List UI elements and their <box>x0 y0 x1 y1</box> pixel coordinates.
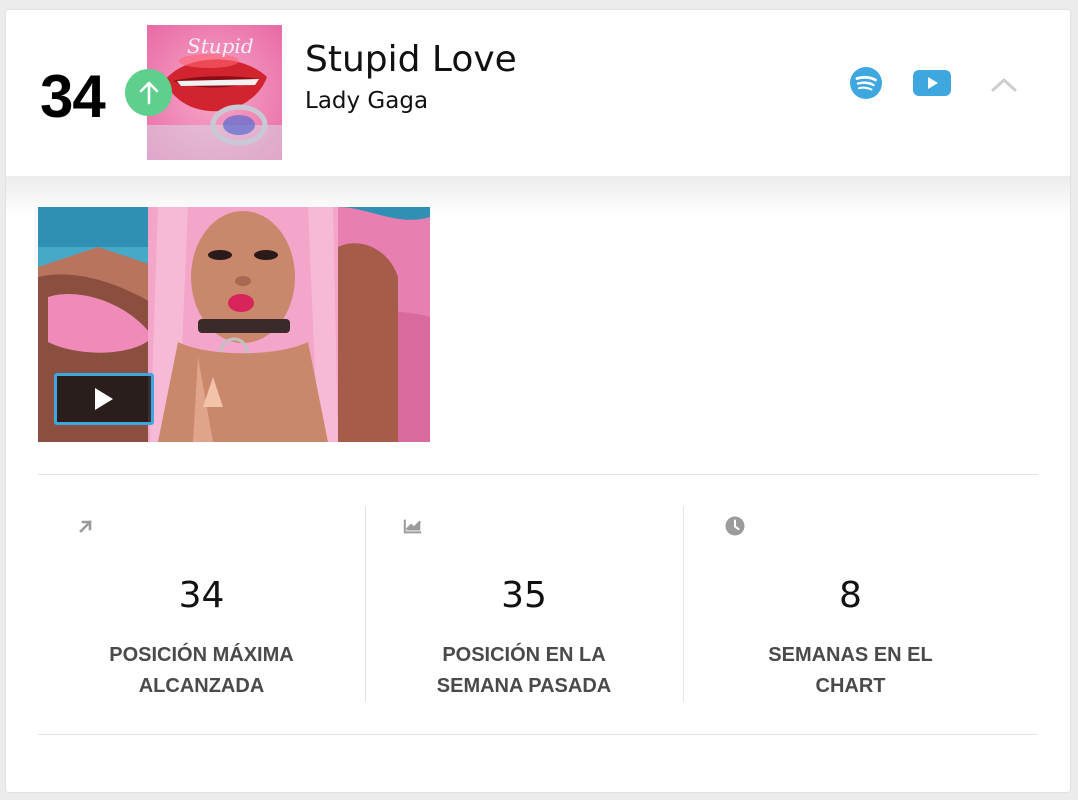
spotify-button[interactable] <box>849 66 883 100</box>
chart-entry-card: 34 Stupid Stupid Love Lady Gaga 34 POSIC… <box>6 10 1070 792</box>
clock-icon <box>725 516 745 536</box>
divider-bottom <box>38 734 1038 735</box>
chevron-up-icon <box>991 78 1017 92</box>
collapse-button[interactable] <box>990 72 1018 96</box>
trend-up-badge <box>125 69 172 116</box>
divider-top <box>38 474 1038 475</box>
play-button[interactable] <box>54 373 154 425</box>
svg-text:Stupid: Stupid <box>187 34 254 58</box>
stat-value: 35 <box>501 575 547 616</box>
entry-header[interactable]: 34 Stupid Stupid Love Lady Gaga <box>6 10 1070 176</box>
video-thumbnail[interactable] <box>38 207 430 442</box>
play-icon <box>95 388 113 410</box>
stat-last-week-position: 35 POSICIÓN EN LA SEMANA PASADA <box>365 506 683 702</box>
artist-name: Lady Gaga <box>305 88 429 114</box>
line-chart-icon <box>403 516 423 536</box>
spotify-icon <box>850 67 882 99</box>
stat-label: SEMANAS EN EL CHART <box>768 644 933 697</box>
stat-weeks-on-chart: 8 SEMANAS EN EL CHART <box>683 506 1018 702</box>
youtube-button[interactable] <box>912 68 952 98</box>
arrow-up-right-icon <box>76 516 96 536</box>
arrow-up-icon <box>139 81 158 104</box>
youtube-play-icon <box>913 70 951 96</box>
rank-number: 34 <box>40 63 106 130</box>
stat-value: 34 <box>178 575 225 616</box>
stat-value: 8 <box>839 575 862 616</box>
stat-label: POSICIÓN MÁXIMA ALCANZADA <box>109 644 294 697</box>
song-title: Stupid Love <box>305 39 517 80</box>
stat-label: POSICIÓN EN LA SEMANA PASADA <box>436 644 612 697</box>
stat-peak-position: 34 POSICIÓN MÁXIMA ALCANZADA <box>38 506 365 702</box>
